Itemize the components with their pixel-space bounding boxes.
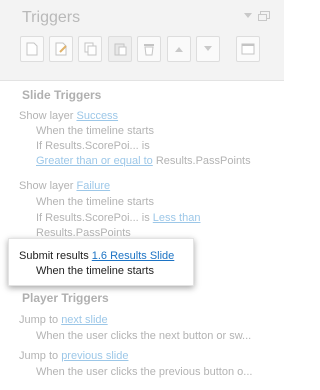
paste-icon <box>114 43 126 56</box>
trigger-when-text: When the timeline starts <box>36 125 154 137</box>
condition-operator-link[interactable]: Less than <box>153 212 201 224</box>
delete-trigger-button[interactable] <box>137 36 161 62</box>
arrow-down-icon <box>204 46 212 51</box>
results-slide-link[interactable]: 1.6 Results Slide <box>92 250 175 262</box>
copy-icon <box>84 42 96 56</box>
trigger-submit-results-row: Submit results 1.6 Results Slide <box>19 250 174 262</box>
new-page-icon <box>26 42 38 56</box>
trigger-condition-row: If Results.ScorePoi... is Less than <box>36 212 200 224</box>
trigger-jump-next[interactable]: Jump to next slide <box>19 314 108 326</box>
trigger-window-button[interactable] <box>236 36 260 62</box>
window-icon <box>241 43 255 55</box>
condition-operator-link[interactable]: Greater than or equal to <box>36 155 153 167</box>
panel-title: Triggers <box>22 9 81 26</box>
success-layer-link[interactable]: Success <box>76 110 118 122</box>
triggers-toolbar <box>20 36 270 64</box>
trigger-show-failure[interactable]: Show layer Failure <box>19 180 110 192</box>
player-triggers-heading: Player Triggers <box>22 291 109 305</box>
move-down-button[interactable] <box>196 36 220 62</box>
trigger-condition-row: Greater than or equal to Results.PassPoi… <box>36 155 251 167</box>
failure-layer-link[interactable]: Failure <box>76 180 110 192</box>
trigger-action-label: Jump to <box>19 314 62 326</box>
trigger-when-text: When the timeline starts <box>36 265 154 277</box>
panel-window-controls <box>244 11 270 21</box>
trigger-action-label: Show layer <box>19 180 77 192</box>
slide-triggers-heading: Slide Triggers <box>22 88 102 102</box>
triggers-panel: Triggers Slide Triggers Show layer Succe… <box>0 0 284 390</box>
chevron-down-icon[interactable] <box>244 13 252 18</box>
condition-value-text: Results.PassPoints <box>152 155 251 167</box>
trigger-action-label: Jump to <box>19 350 62 362</box>
edit-icon <box>55 42 67 56</box>
panel-header: Triggers <box>0 0 284 81</box>
trigger-when-text: When the user clicks the previous button… <box>36 366 253 378</box>
selected-trigger-submit-results[interactable]: Submit results 1.6 Results Slide When th… <box>8 238 194 286</box>
paste-trigger-button[interactable] <box>108 36 132 62</box>
trigger-show-success[interactable]: Show layer Success <box>19 110 118 122</box>
move-up-button[interactable] <box>167 36 191 62</box>
trigger-action-label: Show layer <box>19 110 77 122</box>
copy-trigger-button[interactable] <box>78 36 102 62</box>
trigger-condition-text: If Results.ScorePoi... is <box>36 140 150 152</box>
trigger-when-text: When the timeline starts <box>36 196 154 208</box>
edit-trigger-button[interactable] <box>49 36 73 62</box>
new-trigger-button[interactable] <box>20 36 44 62</box>
trigger-jump-previous[interactable]: Jump to previous slide <box>19 350 128 362</box>
restore-window-icon[interactable] <box>258 11 270 21</box>
next-slide-link[interactable]: next slide <box>61 314 107 326</box>
arrow-up-icon <box>175 47 183 52</box>
trash-icon <box>144 44 154 56</box>
condition-prefix-text: If Results.ScorePoi... is <box>36 212 153 224</box>
trigger-action-label: Submit results <box>19 250 92 262</box>
trigger-when-text: When the user clicks the next button or … <box>36 330 252 342</box>
previous-slide-link[interactable]: previous slide <box>61 350 128 362</box>
